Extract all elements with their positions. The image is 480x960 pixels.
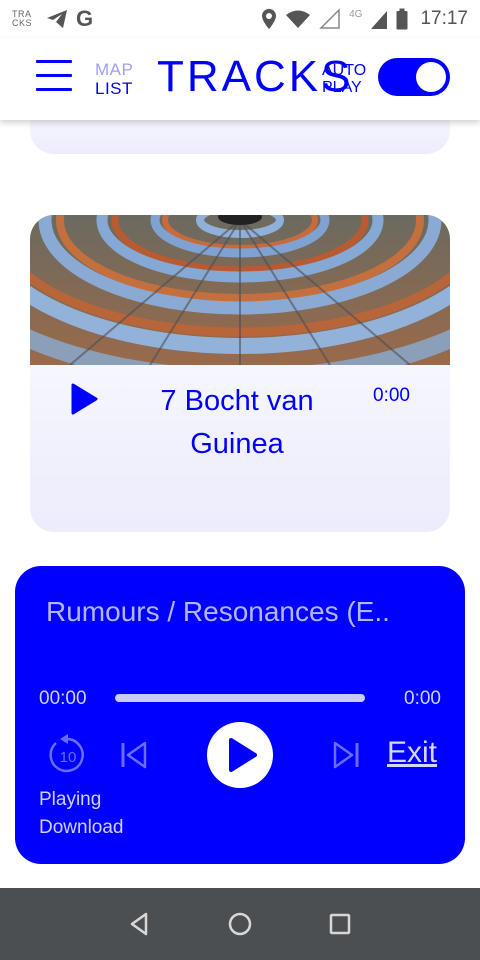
- telegram-icon: [47, 10, 67, 28]
- status-left: TRA CKS G: [12, 6, 93, 32]
- tracks-app-notification-icon: TRA CKS: [12, 10, 38, 28]
- playing-status: Playing: [39, 789, 102, 810]
- network-type-label: 4G: [349, 8, 363, 20]
- mini-label-line2: CKS: [12, 18, 33, 28]
- signal-strength-icon: [371, 11, 388, 29]
- play-pause-button[interactable]: [207, 722, 273, 788]
- download-status: Download: [39, 817, 124, 838]
- home-icon[interactable]: [226, 910, 254, 938]
- view-map-option[interactable]: MAP: [95, 60, 133, 79]
- signal-icon: [319, 8, 340, 29]
- autoplay-label: AUTO PLAY: [322, 62, 366, 96]
- player-title: Rumours / Resonances (E..: [46, 596, 390, 627]
- rewind-10-icon[interactable]: 10: [46, 733, 90, 777]
- battery-icon: [396, 8, 408, 30]
- audio-player: Rumours / Resonances (E.. 00:00 0:00 10 …: [15, 566, 465, 864]
- autoplay-toggle[interactable]: [378, 58, 450, 96]
- status-bar: TRA CKS G 4G 17:17: [0, 0, 480, 38]
- play-icon: [229, 738, 257, 772]
- autoplay-label-line2: PLAY: [322, 79, 362, 96]
- play-icon[interactable]: [70, 383, 98, 415]
- skip-previous-icon[interactable]: [119, 740, 149, 770]
- google-icon: G: [76, 6, 94, 31]
- hamburger-menu-icon[interactable]: [36, 60, 72, 94]
- progress-bar[interactable]: [115, 694, 365, 702]
- back-icon[interactable]: [126, 910, 154, 938]
- toggle-knob: [416, 62, 446, 92]
- view-toggle: MAP LIST: [95, 60, 133, 98]
- view-list-option[interactable]: LIST: [95, 79, 133, 98]
- rewind-seconds-label: 10: [60, 749, 77, 766]
- clock: 17:17: [420, 8, 468, 29]
- app-header: MAP LIST TRACKS AUTO PLAY: [0, 38, 480, 120]
- track-title: 7 Bocht van Guinea: [160, 385, 314, 460]
- previous-track-card[interactable]: [30, 120, 450, 154]
- autoplay-label-line1: AUTO: [322, 62, 367, 79]
- status-right: 4G 17:17: [261, 8, 468, 30]
- location-icon: [262, 9, 277, 29]
- track-duration: 0:00: [373, 385, 410, 406]
- exit-button[interactable]: Exit: [387, 736, 437, 770]
- track-image: [30, 215, 450, 365]
- recents-icon[interactable]: [326, 910, 354, 938]
- skip-next-icon[interactable]: [331, 740, 361, 770]
- track-card[interactable]: 7 Bocht van Guinea 0:00: [30, 215, 450, 532]
- wifi-icon: [286, 10, 311, 28]
- time-total: 0:00: [404, 688, 441, 709]
- time-elapsed: 00:00: [39, 688, 87, 709]
- system-nav-bar: [0, 888, 480, 960]
- player-status: Playing Download: [39, 786, 124, 842]
